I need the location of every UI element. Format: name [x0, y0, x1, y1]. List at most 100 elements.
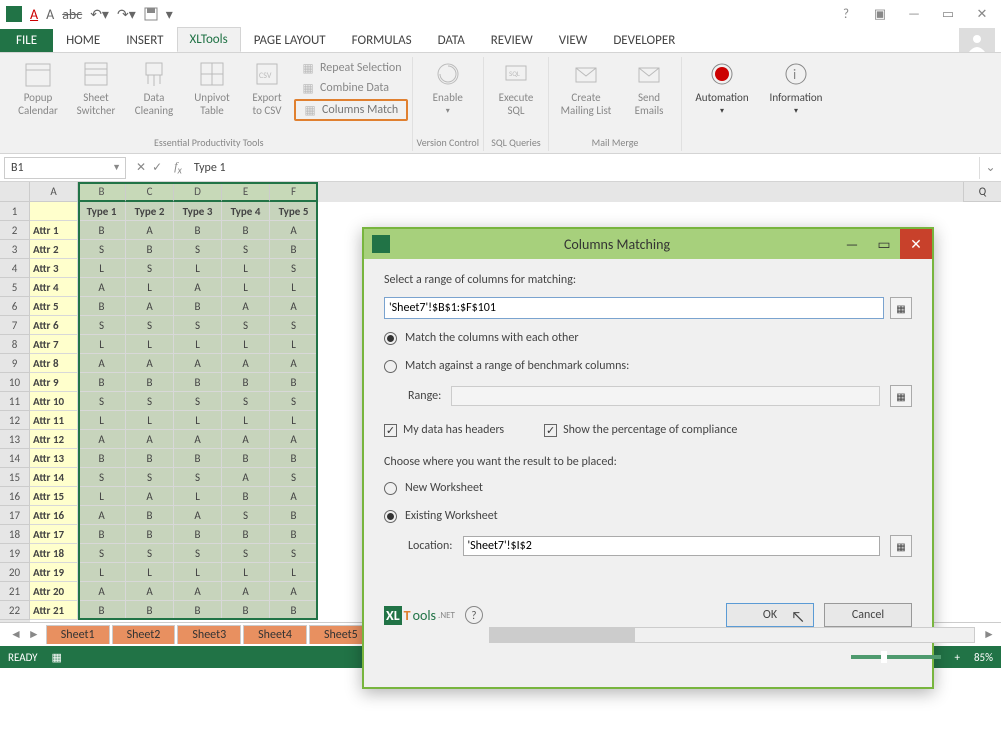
- cell[interactable]: B: [78, 373, 126, 392]
- tab-insert[interactable]: INSERT: [113, 28, 176, 52]
- unpivot-table-button[interactable]: Unpivot Table: [184, 57, 240, 117]
- cell[interactable]: Attr 7: [30, 335, 78, 354]
- cell[interactable]: S: [126, 468, 174, 487]
- dialog-close-icon[interactable]: ✕: [900, 229, 932, 259]
- cell[interactable]: Attr 15: [30, 487, 78, 506]
- cell[interactable]: A: [174, 278, 222, 297]
- sheet-tab[interactable]: Sheet4: [243, 625, 307, 644]
- row-header[interactable]: 5: [0, 278, 30, 297]
- row-header[interactable]: 21: [0, 582, 30, 601]
- cell[interactable]: B: [222, 601, 270, 620]
- range-picker-icon[interactable]: ▦: [890, 535, 912, 557]
- cell[interactable]: S: [126, 392, 174, 411]
- ribbon-options-icon[interactable]: ▣: [867, 7, 893, 22]
- cell[interactable]: A: [270, 221, 318, 240]
- cell[interactable]: B: [126, 601, 174, 620]
- tab-formulas[interactable]: FORMULAS: [339, 28, 425, 52]
- cell[interactable]: B: [222, 373, 270, 392]
- cell[interactable]: L: [222, 278, 270, 297]
- cell[interactable]: A: [222, 297, 270, 316]
- help-icon[interactable]: ?: [833, 7, 859, 22]
- cell[interactable]: B: [270, 240, 318, 259]
- combine-data-button[interactable]: ▦Combine Data: [294, 79, 408, 97]
- cell[interactable]: Attr 20: [30, 582, 78, 601]
- cell[interactable]: Attr 14: [30, 468, 78, 487]
- qat-more-icon[interactable]: ▾: [166, 6, 173, 23]
- row-header[interactable]: 15: [0, 468, 30, 487]
- cell[interactable]: S: [174, 544, 222, 563]
- execute-sql-button[interactable]: SQL Execute SQL: [488, 57, 544, 117]
- cell[interactable]: A: [78, 582, 126, 601]
- row-header[interactable]: 2: [0, 221, 30, 240]
- row-header[interactable]: 7: [0, 316, 30, 335]
- sheet-tab[interactable]: Sheet1: [46, 625, 110, 644]
- cell[interactable]: A: [174, 430, 222, 449]
- cell[interactable]: Type 2: [126, 202, 174, 221]
- match-range-input[interactable]: [384, 297, 884, 319]
- benchmark-range-input[interactable]: [451, 386, 880, 406]
- row-header[interactable]: 9: [0, 354, 30, 373]
- cell[interactable]: A: [126, 487, 174, 506]
- cell[interactable]: L: [270, 278, 318, 297]
- cell[interactable]: Attr 10: [30, 392, 78, 411]
- radio-new-worksheet[interactable]: New Worksheet: [384, 479, 912, 497]
- cell[interactable]: L: [174, 335, 222, 354]
- cell[interactable]: Attr 6: [30, 316, 78, 335]
- cell[interactable]: A: [270, 354, 318, 373]
- cell[interactable]: Attr 8: [30, 354, 78, 373]
- cell[interactable]: A: [126, 297, 174, 316]
- checkbox-has-headers[interactable]: ✓ My data has headers: [384, 423, 504, 437]
- help-icon[interactable]: ?: [465, 606, 483, 624]
- row-header[interactable]: 22: [0, 601, 30, 620]
- cell[interactable]: S: [126, 259, 174, 278]
- row-header[interactable]: 13: [0, 430, 30, 449]
- cell[interactable]: B: [126, 506, 174, 525]
- cell[interactable]: A: [222, 430, 270, 449]
- sheet-tab[interactable]: Sheet2: [112, 625, 176, 644]
- cell[interactable]: B: [174, 601, 222, 620]
- tab-data[interactable]: DATA: [425, 28, 478, 52]
- cell[interactable]: L: [222, 259, 270, 278]
- cell[interactable]: A: [222, 354, 270, 373]
- cell[interactable]: S: [174, 240, 222, 259]
- cell[interactable]: B: [270, 373, 318, 392]
- save-icon[interactable]: [144, 7, 158, 21]
- radio-existing-worksheet[interactable]: Existing Worksheet: [384, 507, 912, 525]
- automation-button[interactable]: Automation▾: [686, 57, 758, 116]
- cell[interactable]: A: [78, 430, 126, 449]
- cell[interactable]: S: [174, 316, 222, 335]
- cell[interactable]: S: [222, 544, 270, 563]
- close-icon[interactable]: ✕: [969, 7, 995, 22]
- cell[interactable]: A: [222, 582, 270, 601]
- user-avatar[interactable]: [959, 28, 995, 52]
- create-mailing-button[interactable]: Create Mailing List: [553, 57, 619, 117]
- cell[interactable]: Attr 4: [30, 278, 78, 297]
- cell[interactable]: L: [174, 487, 222, 506]
- tab-developer[interactable]: DEVELOPER: [600, 28, 688, 52]
- cell[interactable]: A: [222, 468, 270, 487]
- cell[interactable]: L: [222, 335, 270, 354]
- row-header[interactable]: 6: [0, 297, 30, 316]
- cell[interactable]: B: [174, 297, 222, 316]
- cell[interactable]: Type 1: [78, 202, 126, 221]
- zoom-slider[interactable]: [851, 655, 941, 659]
- checkbox-show-percentage[interactable]: ✓ Show the percentage of compliance: [544, 423, 737, 437]
- row-header[interactable]: 1: [0, 202, 30, 221]
- cancel-button[interactable]: Cancel: [824, 603, 912, 627]
- export-csv-button[interactable]: CSV Export to CSV: [242, 57, 292, 117]
- file-tab[interactable]: FILE: [0, 29, 53, 52]
- row-header[interactable]: 14: [0, 449, 30, 468]
- select-all-corner[interactable]: [0, 182, 30, 202]
- fx-icon[interactable]: fx: [168, 159, 188, 176]
- cell[interactable]: L: [222, 411, 270, 430]
- cell[interactable]: L: [126, 563, 174, 582]
- cell[interactable]: B: [126, 240, 174, 259]
- cell[interactable]: Attr 18: [30, 544, 78, 563]
- cell[interactable]: Attr 16: [30, 506, 78, 525]
- xltools-brand[interactable]: XL Tools.NET: [384, 606, 455, 625]
- cell[interactable]: B: [270, 525, 318, 544]
- cell[interactable]: A: [270, 297, 318, 316]
- cell[interactable]: A: [126, 354, 174, 373]
- hscroll-right-icon[interactable]: ►: [981, 627, 997, 642]
- cell[interactable]: B: [78, 297, 126, 316]
